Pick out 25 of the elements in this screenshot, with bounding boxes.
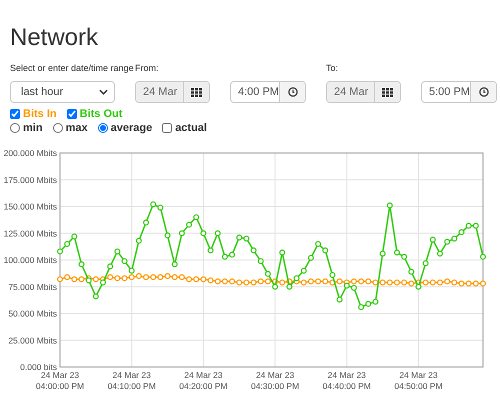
mode-label: actual [175, 121, 207, 135]
range-label: Select or enter date/time range [10, 62, 134, 74]
y-tick-label: 100.000 Mbits [4, 255, 57, 265]
mode-label: average [110, 121, 152, 135]
y-tick-label: 175.000 Mbits [4, 174, 57, 185]
x-tick-label: 24 Mar 23 04:10:00 PM [108, 370, 156, 391]
x-tick-label: 24 Mar 23 04:20:00 PM [179, 370, 228, 391]
x-tick-label: 24 Mar 23 04:50:00 PM [394, 370, 443, 391]
y-tick-label: 150.000 Mbits [4, 202, 57, 212]
x-tick-label: 24 Mar 23 04:00:00 PM [36, 370, 84, 391]
x-tick-label: 24 Mar 23 04:40:00 PM [322, 370, 371, 391]
y-tick-label: 0.000 bits [20, 362, 57, 372]
range-label: From: [135, 62, 160, 74]
y-tick-label: 125.000 Mbits [4, 228, 57, 238]
range-label: To: [326, 62, 340, 74]
y-tick-label: 75.000 Mbits [8, 282, 57, 292]
x-tick-label: 24 Mar 23 04:30:00 PM [250, 370, 300, 391]
page-title: Network [10, 24, 100, 52]
series-label: Bits Out [80, 107, 122, 121]
y-tick-label: 50.000 Mbits [8, 308, 57, 318]
y-tick-label: 200.000 Mbits [4, 148, 57, 158]
mode-label: min [23, 121, 43, 135]
series-label: Bits In [23, 107, 57, 121]
y-tick-label: 25.000 Mbits [8, 335, 57, 346]
mode-label: max [66, 121, 88, 135]
